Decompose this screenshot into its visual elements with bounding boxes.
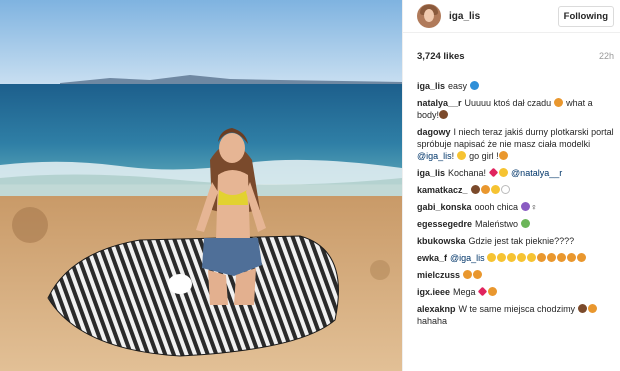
comment-username[interactable]: natalya__r xyxy=(417,98,462,108)
emoji-icon xyxy=(537,253,547,262)
comment-text-tail: ♀ xyxy=(530,202,538,212)
emoji-icon xyxy=(469,81,479,90)
post-timestamp: 22h xyxy=(598,51,614,61)
emoji-icon xyxy=(473,270,483,279)
comment: igx.ieee Mega xyxy=(417,286,617,298)
emoji-icon xyxy=(456,151,466,160)
emoji-icon xyxy=(477,286,488,297)
post-details-panel: iga_lis Following 3,724 likes 22h iga_li… xyxy=(402,0,620,371)
comment-username[interactable]: dagowy xyxy=(417,127,451,137)
following-button[interactable]: Following xyxy=(557,5,614,27)
comment-text: Kochana! xyxy=(448,168,489,178)
emoji-icon xyxy=(553,98,563,107)
comment-text-continued: hahaha xyxy=(417,316,448,326)
comment: dagowy I niech teraz jakiś durny plotkars… xyxy=(417,126,617,162)
comment: iga_lis Kochana! @natalya__r xyxy=(417,167,617,179)
post-author-username[interactable]: iga_lis xyxy=(449,11,558,22)
comment-text: Gdzie jest tak pieknie???? xyxy=(468,236,575,246)
comment-username[interactable]: igx.ieee xyxy=(417,287,450,297)
comment-text: oooh chica xyxy=(474,202,521,212)
comment-text-tail: ! xyxy=(451,151,457,161)
emoji-icon xyxy=(547,253,557,262)
emoji-icon xyxy=(487,253,497,262)
likes-count[interactable]: 3,724 likes xyxy=(417,51,465,62)
comment: ewka_f @iga_lis xyxy=(417,252,617,264)
emoji-icon xyxy=(527,253,537,262)
beach-photo-illustration xyxy=(0,0,402,371)
emoji-icon xyxy=(470,185,480,194)
emoji-icon xyxy=(557,253,567,262)
emoji-icon xyxy=(500,185,510,194)
mention-link[interactable]: @natalya__r xyxy=(509,168,562,178)
comment-username[interactable]: iga_lis xyxy=(417,168,445,178)
emoji-icon xyxy=(517,253,527,262)
comment: kbukowska Gdzie jest tak pieknie???? xyxy=(417,235,617,247)
comment-username[interactable]: mielczuss xyxy=(417,270,460,280)
post-meta: 3,724 likes 22h xyxy=(403,33,620,67)
comment: alexaknp W te same miejsca chodzimy hahah… xyxy=(417,303,617,327)
emoji-icon xyxy=(520,219,530,228)
comment-text-continued: go girl ! xyxy=(466,151,499,161)
comment: gabi_konska oooh chica ♀ xyxy=(417,201,617,213)
emoji-icon xyxy=(507,253,517,262)
emoji-icon xyxy=(463,270,473,279)
comment-username[interactable]: kamatkacz_ xyxy=(417,185,468,195)
emoji-icon xyxy=(577,304,587,313)
emoji-icon xyxy=(520,202,530,211)
comment: mielczuss xyxy=(417,269,617,281)
emoji-icon xyxy=(497,253,507,262)
comment-username[interactable]: egessegedre xyxy=(417,219,472,229)
comment-text: W te same miejsca chodzimy xyxy=(458,304,578,314)
emoji-icon xyxy=(488,167,498,178)
mention-link[interactable]: @iga_lis xyxy=(450,253,485,263)
emoji-icon xyxy=(498,151,508,160)
comment: kamatkacz_ xyxy=(417,184,617,196)
comment-username[interactable]: kbukowska xyxy=(417,236,466,246)
emoji-icon xyxy=(567,253,577,262)
comment-text: Maleństwo xyxy=(475,219,521,229)
emoji-icon xyxy=(577,253,587,262)
emoji-icon xyxy=(587,304,597,313)
post-header: iga_lis Following xyxy=(403,0,620,33)
mention-link[interactable]: @iga_lis xyxy=(417,151,452,161)
comments-list: iga_lis easy natalya__r Uuuuu ktoś dał cza… xyxy=(417,80,617,332)
comment: natalya__r Uuuuu ktoś dał czadu what a bo… xyxy=(417,97,617,121)
comment: egessegedre Maleństwo xyxy=(417,218,617,230)
avatar-face xyxy=(424,9,434,22)
comment-text: Mega xyxy=(453,287,479,297)
emoji-icon xyxy=(439,110,449,119)
comment-text: Uuuuu ktoś dał czadu xyxy=(464,98,554,108)
post-photo[interactable] xyxy=(0,0,402,371)
comment-text: easy xyxy=(448,81,470,91)
comment-username[interactable]: iga_lis xyxy=(417,81,445,91)
avatar[interactable] xyxy=(417,4,441,28)
emoji-icon xyxy=(488,287,498,296)
comment-username[interactable]: ewka_f xyxy=(417,253,447,263)
comment: iga_lis easy xyxy=(417,80,617,92)
emoji-icon xyxy=(490,185,500,194)
emoji-icon xyxy=(498,168,508,177)
emoji-icon xyxy=(480,185,490,194)
comment-username[interactable]: gabi_konska xyxy=(417,202,472,212)
comment-username[interactable]: alexaknp xyxy=(417,304,456,314)
